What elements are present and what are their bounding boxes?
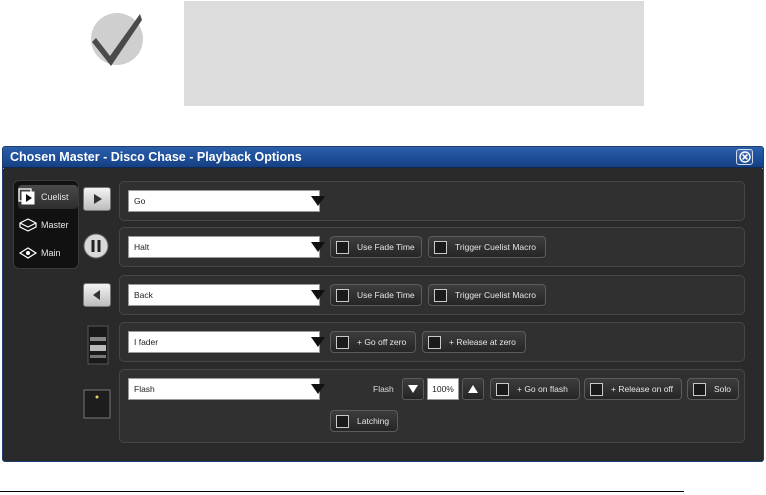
halt-dropdown[interactable]: Halt [128,236,325,258]
halt-use-fade-time-label: Use Fade Time [357,242,415,252]
mode-master[interactable]: Master [18,213,78,237]
window-content: Cuelist Master Main Go Halt Use Fade Tim… [3,169,763,461]
note-box [184,1,644,106]
cuelist-icon [18,188,35,205]
flash-level-value: 100% [432,384,454,394]
back-row-icon [83,283,111,311]
flash-row: Flash Flash 100% + Go on flash + Release… [119,369,745,443]
halt-row: Halt Use Fade Time Trigger Cuelist Macro [119,227,745,267]
close-button[interactable] [736,149,753,165]
checkbox-box [693,382,706,396]
go-dropdown[interactable]: Go [128,190,325,212]
checkbox-box [336,414,349,428]
flash-dropdown-arrow[interactable] [307,378,329,400]
halt-dropdown-arrow[interactable] [307,236,329,258]
flash-level-input[interactable]: 100% [427,378,459,400]
window-title: Chosen Master - Disco Chase - Playback O… [10,150,302,164]
mode-cuelist[interactable]: Cuelist [18,185,78,209]
pause-icon[interactable] [83,233,109,259]
fader-row-icon [87,325,109,365]
fader-icon[interactable] [87,325,109,365]
latching-checkbox[interactable]: Latching [330,410,398,432]
back-dropdown-arrow[interactable] [307,284,329,306]
release-on-off-label: + Release on off [611,384,673,394]
triangle-down-icon [311,384,325,394]
triangle-up-icon [468,385,478,393]
fader-dropdown-arrow[interactable] [307,331,329,353]
go-dropdown-value: Go [134,196,146,206]
fader-dropdown[interactable]: I fader [128,331,325,353]
go-off-zero-label: + Go off zero [357,337,407,347]
back-trigger-macro-label: Trigger Cuelist Macro [455,290,536,300]
flash-dropdown[interactable]: Flash [128,378,325,400]
back-trigger-macro-checkbox[interactable]: Trigger Cuelist Macro [428,284,546,306]
playback-options-window: Chosen Master - Disco Chase - Playback O… [2,146,764,462]
checkbox-box [496,382,509,396]
checkmark-note-icon [91,13,143,66]
halt-row-icon [83,233,111,261]
halt-trigger-macro-checkbox[interactable]: Trigger Cuelist Macro [428,236,546,258]
master-icon [19,218,37,232]
go-row: Go [119,181,745,221]
close-icon [738,151,751,163]
go-off-zero-checkbox[interactable]: + Go off zero [330,331,416,353]
halt-trigger-macro-label: Trigger Cuelist Macro [455,242,536,252]
release-at-zero-checkbox[interactable]: + Release at zero [422,331,526,353]
back-row: Back Use Fade Time Trigger Cuelist Macro [119,275,745,315]
flash-button-icon[interactable] [83,389,111,419]
mode-selector: Cuelist Master Main [13,180,79,269]
play-icon [94,194,102,204]
fader-dropdown-value: I fader [134,337,159,347]
triangle-down-icon [311,337,325,347]
release-on-off-checkbox[interactable]: + Release on off [584,378,682,400]
go-row-icon [83,187,111,215]
checkbox-box [336,335,349,349]
back-use-fade-time-checkbox[interactable]: Use Fade Time [330,284,422,306]
back-dropdown[interactable]: Back [128,284,325,306]
mode-master-label: Master [41,220,69,230]
triangle-down-icon [408,385,418,393]
solo-label: Solo [714,384,732,394]
main-icon [18,247,38,259]
solo-checkbox[interactable]: Solo [687,378,739,400]
flash-level-label: Flash [373,384,394,394]
checkbox-box [434,240,447,254]
back-dropdown-value: Back [134,290,153,300]
flash-level-decrease[interactable] [402,378,424,400]
back-button[interactable] [83,283,111,307]
flash-level-increase[interactable] [462,378,484,400]
window-titlebar: Chosen Master - Disco Chase - Playback O… [3,147,763,168]
back-use-fade-time-label: Use Fade Time [357,290,415,300]
mode-cuelist-label: Cuelist [41,192,69,202]
flash-row-icon [83,389,111,419]
checkbox-box [336,240,349,254]
triangle-down-icon [311,290,325,300]
go-on-flash-label: + Go on flash [517,384,568,394]
checkbox-box [590,382,603,396]
checkbox-box [434,288,447,302]
triangle-down-icon [311,196,325,206]
bottom-rule [0,491,684,492]
checkbox-box [336,288,349,302]
halt-dropdown-value: Halt [134,242,150,252]
flash-dropdown-value: Flash [134,384,155,394]
triangle-down-icon [311,242,325,252]
back-arrow-icon [93,290,100,300]
go-button[interactable] [83,187,111,211]
halt-use-fade-time-checkbox[interactable]: Use Fade Time [330,236,422,258]
mode-main[interactable]: Main [18,241,78,265]
mode-main-label: Main [41,248,61,258]
go-on-flash-checkbox[interactable]: + Go on flash [490,378,580,400]
release-at-zero-label: + Release at zero [449,337,516,347]
checkbox-box [428,335,441,349]
latching-label: Latching [357,416,390,426]
fader-row: I fader + Go off zero + Release at zero [119,322,745,362]
go-dropdown-arrow[interactable] [307,190,329,212]
